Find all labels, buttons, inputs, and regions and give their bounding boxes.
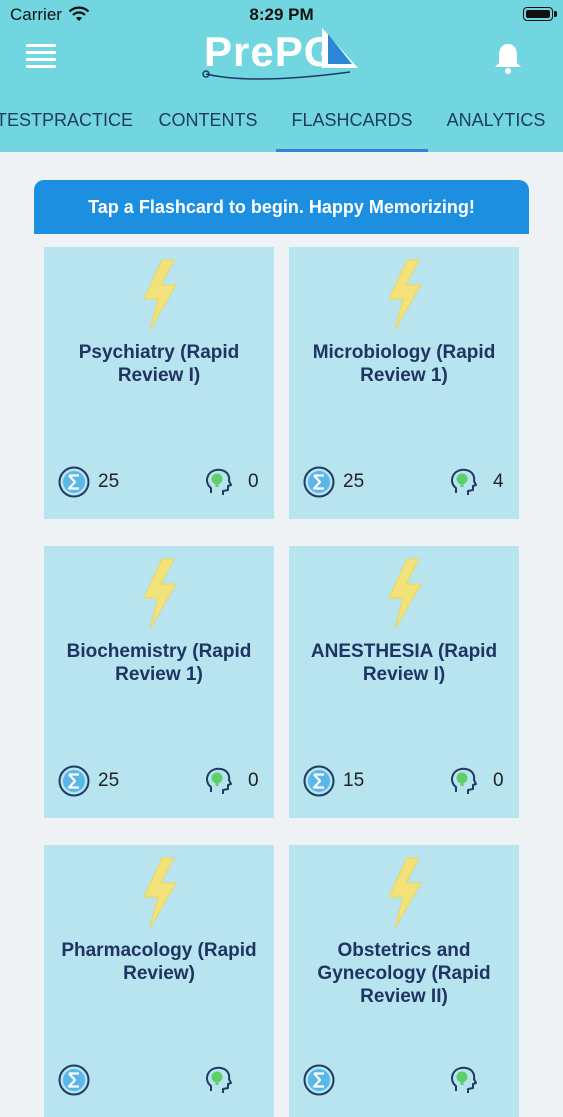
flashcard-5[interactable]: Pharmacology (Rapid Review) [44, 845, 274, 1117]
brain-head-icon [451, 1066, 477, 1093]
brain-head-icon [206, 1066, 232, 1093]
learned-cards-stat: 0 [202, 466, 260, 498]
brain-head-icon [451, 468, 477, 495]
tab-bar: TESTPRACTICE CONTENTS FLASHCARDS ANALYTI… [0, 88, 563, 152]
app-logo: PrePG [200, 24, 365, 84]
learned-cards-stat: 0 [202, 765, 260, 797]
learned-cards-stat [202, 1064, 260, 1096]
sigma-icon [303, 466, 335, 498]
total-count: 25 [343, 471, 365, 492]
sigma-icon [58, 765, 90, 797]
learned-cards-stat: 4 [447, 466, 505, 498]
lightning-bolt-icon [388, 259, 422, 331]
learned-count: 0 [493, 770, 504, 791]
lightning-bolt-icon [143, 857, 177, 929]
header-bar: Carrier 8:29 PM PrePG TESTPRACTICE CONTE… [0, 0, 563, 152]
tab-contents[interactable]: CONTENTS [155, 88, 261, 152]
total-count: 15 [343, 770, 365, 791]
battery-icon [523, 7, 557, 21]
logo-graphic [202, 28, 358, 80]
status-time: 8:29 PM [249, 5, 314, 24]
tab-testpractice[interactable]: TESTPRACTICE [0, 88, 133, 152]
brain-head-icon [206, 767, 232, 794]
total-count: 25 [98, 770, 120, 791]
total-count: 25 [98, 471, 120, 492]
lightning-bolt-icon [143, 259, 177, 331]
brain-head-icon [451, 767, 477, 794]
lightning-bolt-icon [388, 857, 422, 929]
learned-count: 0 [248, 471, 259, 492]
flashcard-title: Obstetrics and Gynecology (Rapid Review … [317, 940, 491, 1007]
flashcard-2[interactable]: Microbiology (Rapid Review 1) 25 4 [289, 247, 519, 519]
tab-flashcards[interactable]: FLASHCARDS [276, 88, 428, 152]
flashcard-title: Biochemistry (Rapid Review 1) [66, 641, 252, 685]
lightning-bolt-icon [388, 558, 422, 630]
learned-count: 0 [248, 770, 259, 791]
flashcard-title: Psychiatry (Rapid Review I) [78, 342, 240, 386]
flashcard-4[interactable]: ANESTHESIA (Rapid Review I) 15 0 [289, 546, 519, 818]
flashcard-3[interactable]: Biochemistry (Rapid Review 1) 25 0 [44, 546, 274, 818]
learned-cards-stat: 0 [447, 765, 505, 797]
menu-button[interactable] [26, 44, 56, 70]
sigma-icon [303, 765, 335, 797]
flashcard-title: Pharmacology (Rapid Review) [61, 940, 257, 984]
flashcard-1[interactable]: Psychiatry (Rapid Review I) 25 0 [44, 247, 274, 519]
bell-icon[interactable] [490, 40, 526, 76]
info-banner: Tap a Flashcard to begin. Happy Memorizi… [34, 180, 529, 234]
brain-head-icon [206, 468, 232, 495]
lightning-bolt-icon [143, 558, 177, 630]
learned-count: 4 [493, 471, 504, 492]
sigma-icon [303, 1064, 335, 1096]
sigma-icon [58, 466, 90, 498]
sigma-icon [58, 1064, 90, 1096]
flashcard-title: ANESTHESIA (Rapid Review I) [310, 641, 498, 685]
learned-cards-stat [447, 1064, 505, 1096]
tab-analytics[interactable]: ANALYTICS [444, 88, 548, 152]
flashcard-6[interactable]: Obstetrics and Gynecology (Rapid Review … [289, 845, 519, 1117]
flashcard-title: Microbiology (Rapid Review 1) [312, 342, 496, 386]
hamburger-icon [26, 44, 56, 47]
